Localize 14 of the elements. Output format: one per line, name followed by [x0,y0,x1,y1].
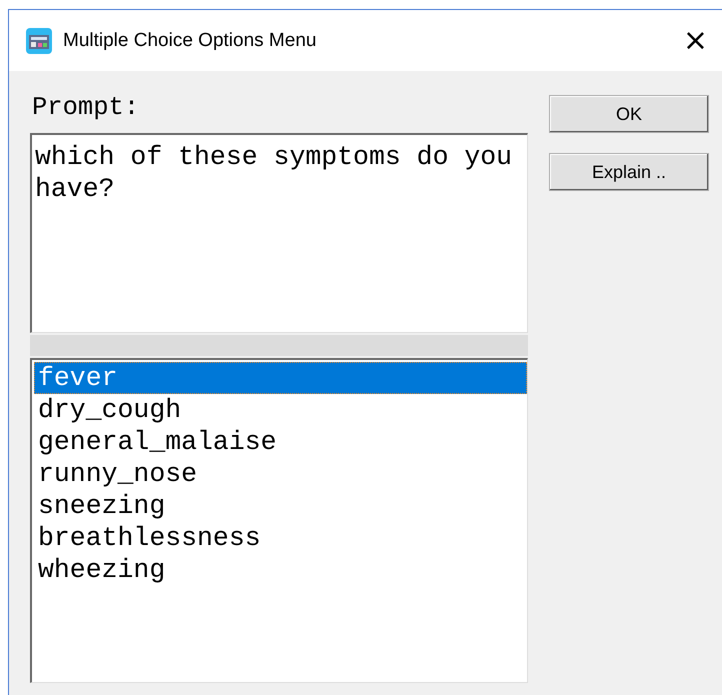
list-item[interactable]: fever [34,362,527,394]
ok-button[interactable]: OK [549,95,709,133]
list-item[interactable]: dry_cough [34,394,527,426]
app-icon [25,26,53,54]
list-item[interactable]: breathlessness [34,522,527,554]
explain-button[interactable]: Explain .. [549,153,709,191]
list-item[interactable]: general_malaise [34,426,527,458]
close-button[interactable]: × [682,26,708,56]
list-item[interactable]: wheezing [34,554,527,586]
list-item[interactable]: sneezing [34,490,527,522]
list-item[interactable]: runny_nose [34,458,527,490]
prompt-label: Prompt: [32,93,140,124]
window-title: Multiple Choice Options Menu [63,30,318,52]
prompt-field[interactable]: which of these symptoms do you have? [30,133,528,333]
